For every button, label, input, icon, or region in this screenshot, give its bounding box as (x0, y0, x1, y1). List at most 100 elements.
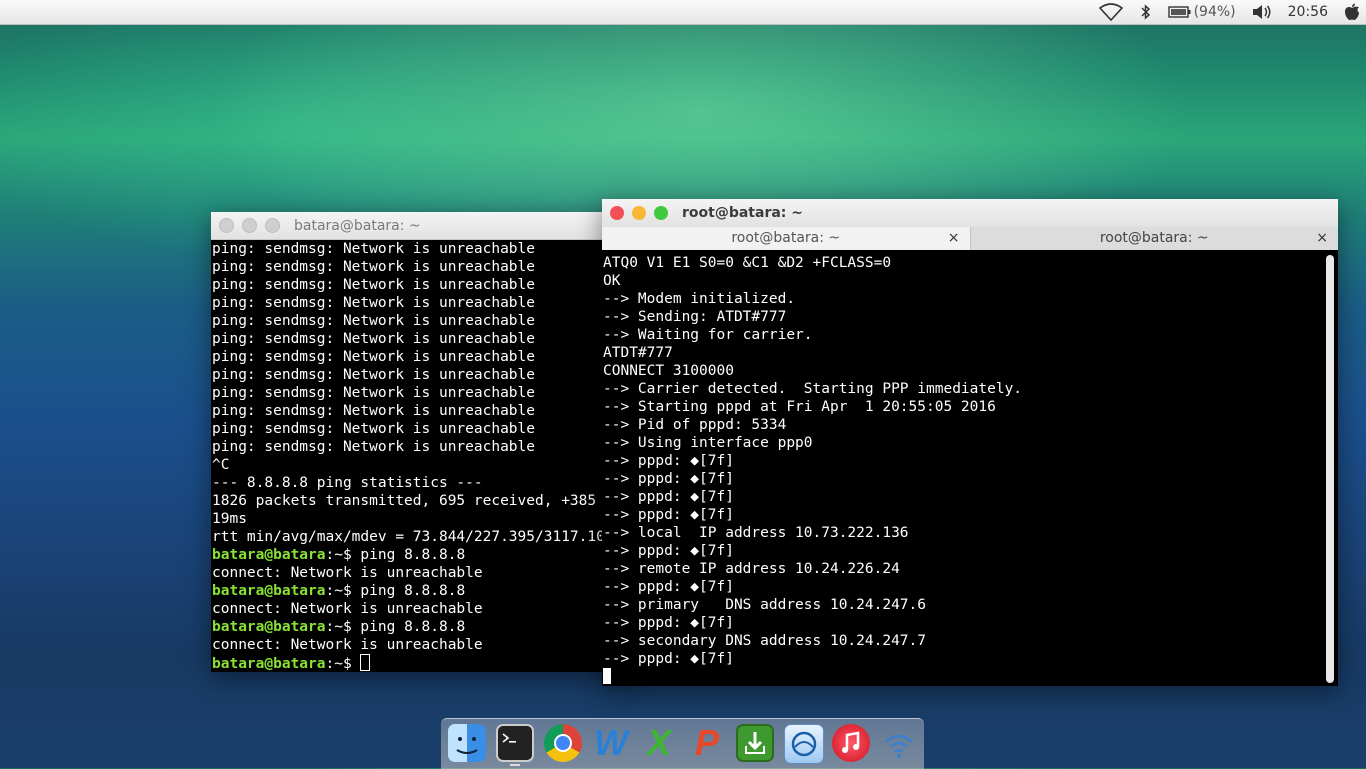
chrome-icon[interactable] (544, 724, 582, 762)
terminal-line: --> Carrier detected. Starting PPP immed… (603, 381, 1023, 397)
terminal-line: CONNECT 3100000 (603, 363, 734, 379)
terminal-output[interactable]: ATQ0 V1 E1 S0=0 &C1 &D2 +FCLASS=0 OK --> M… (603, 254, 1323, 686)
terminal-line: ping: sendmsg: Network is unreachable (212, 366, 631, 384)
tab-root-2[interactable]: root@batara: ~ × (969, 227, 1338, 250)
prompt-user-host: batara@batara (212, 656, 326, 672)
terminal-line: connect: Network is unreachable (212, 636, 631, 654)
close-button[interactable] (610, 206, 624, 220)
tab-close-button[interactable]: × (948, 227, 960, 250)
terminal-line: --> pppd: ◆[7f] (603, 489, 734, 505)
window-title: root@batara: ~ (682, 205, 803, 221)
terminal-line: ping: sendmsg: Network is unreachable (212, 438, 631, 456)
installer-icon[interactable] (736, 724, 774, 762)
tab-close-button[interactable]: × (1316, 227, 1328, 250)
terminal-line: ping: sendmsg: Network is unreachable (212, 276, 631, 294)
terminal-text: --- 8.8.8.8 ping statistics --- (212, 475, 483, 491)
terminal-line: --> pppd: ◆[7f] (603, 543, 734, 559)
tab-root-1[interactable]: root@batara: ~ × (602, 227, 970, 250)
dock: W X P (441, 718, 924, 769)
presentation-icon[interactable]: P (688, 724, 726, 762)
top-panel: (94%) 20:56 (0, 0, 1366, 25)
terminal-line: connect: Network is unreachable (212, 600, 631, 618)
battery-indicator[interactable]: (94%) (1167, 4, 1236, 20)
terminal-output[interactable]: ping: sendmsg: Network is unreachable pin… (212, 240, 631, 672)
maximize-button[interactable] (654, 206, 668, 220)
terminal-text: connect: Network is unreachable (212, 637, 483, 653)
terminal-line: ping: sendmsg: Network is unreachable (212, 348, 631, 366)
running-indicator (510, 764, 520, 766)
close-button[interactable] (219, 218, 234, 233)
minimize-button[interactable] (632, 206, 646, 220)
terminal-line: --> pppd: ◆[7f] (603, 615, 734, 631)
terminal-line: --> Waiting for carrier. (603, 327, 813, 343)
terminal-line: batara@batara:~$ ping 8.8.8.8 (212, 582, 631, 600)
writer-icon[interactable]: W (592, 724, 630, 762)
apple-icon[interactable] (1344, 3, 1360, 21)
terminal-line: rtt min/avg/max/mdev = 73.844/227.395/31… (212, 528, 631, 546)
tab-label: root@batara: ~ (1099, 230, 1209, 246)
terminal-line: ping: sendmsg: Network is unreachable (212, 294, 631, 312)
terminal-text: 19ms (212, 511, 247, 527)
music-icon[interactable] (832, 724, 870, 762)
wifi-icon[interactable] (1098, 3, 1124, 21)
battery-icon (1167, 6, 1191, 18)
volume-icon[interactable] (1252, 4, 1272, 20)
terminal-line: --> secondary DNS address 10.24.247.7 (603, 633, 927, 649)
network-icon[interactable] (880, 724, 918, 762)
terminal-line: ping: sendmsg: Network is unreachable (212, 330, 631, 348)
terminal-cursor (360, 654, 371, 671)
terminal-text: ^C (212, 457, 230, 473)
window-title: batara@batara: ~ (294, 217, 421, 234)
terminal-text: ping: sendmsg: Network is unreachable (212, 439, 536, 455)
terminal-line (603, 668, 1323, 686)
tab-label: root@batara: ~ (731, 230, 841, 246)
terminal-line: 1826 packets transmitted, 695 received, … (212, 492, 631, 510)
terminal-text: ping: sendmsg: Network is unreachable (212, 259, 536, 275)
terminal-text: connect: Network is unreachable (212, 565, 483, 581)
terminal-text: ping: sendmsg: Network is unreachable (212, 331, 536, 347)
terminal-line: --> pppd: ◆[7f] (603, 651, 734, 667)
scrollbar[interactable] (1326, 255, 1334, 683)
terminal-line: ping: sendmsg: Network is unreachable (212, 420, 631, 438)
spreadsheet-icon[interactable]: X (640, 724, 678, 762)
terminal-icon[interactable] (496, 724, 534, 762)
maximize-button[interactable] (265, 218, 280, 233)
terminal-line: ping: sendmsg: Network is unreachable (212, 312, 631, 330)
terminal-text: :~$ (325, 656, 361, 672)
terminal-line: --> Starting pppd at Fri Apr 1 20:55:05 … (603, 399, 996, 415)
terminal-text: ping: sendmsg: Network is unreachable (212, 295, 536, 311)
terminal-text: ping: sendmsg: Network is unreachable (212, 349, 536, 365)
terminal-line: batara@batara:~$ ping 8.8.8.8 (212, 618, 631, 636)
terminal-text: :~$ ping 8.8.8.8 (325, 547, 466, 563)
prompt-user-host: batara@batara (212, 547, 326, 563)
terminal-window-root: root@batara: ~ root@batara: ~ × root@bat… (602, 199, 1338, 686)
terminal-line: --> Using interface ppp0 (603, 435, 813, 451)
terminal-line: ATQ0 V1 E1 S0=0 &C1 &D2 +FCLASS=0 (603, 255, 892, 271)
prompt-user-host: batara@batara (212, 619, 326, 635)
terminal-line: --> Pid of pppd: 5334 (603, 417, 787, 433)
terminal-line: --> pppd: ◆[7f] (603, 579, 734, 595)
terminal-line: --> pppd: ◆[7f] (603, 507, 734, 523)
window-titlebar[interactable]: root@batara: ~ (602, 199, 1338, 228)
window-titlebar[interactable]: batara@batara: ~ (211, 212, 631, 240)
terminal-text: ping: sendmsg: Network is unreachable (212, 241, 536, 257)
finder-icon[interactable] (448, 724, 486, 762)
terminal-line: --> pppd: ◆[7f] (603, 453, 734, 469)
terminal-line: --> Sending: ATDT#777 (603, 309, 787, 325)
terminal-text: ping: sendmsg: Network is unreachable (212, 403, 536, 419)
bluetooth-icon[interactable] (1140, 4, 1152, 20)
terminal-line: --> pppd: ◆[7f] (603, 471, 734, 487)
terminal-line: --> remote IP address 10.24.226.24 (603, 561, 900, 577)
terminal-line: 19ms (212, 510, 631, 528)
terminal-line: --- 8.8.8.8 ping statistics --- (212, 474, 631, 492)
terminal-text: ping: sendmsg: Network is unreachable (212, 385, 536, 401)
terminal-line: ping: sendmsg: Network is unreachable (212, 240, 631, 258)
minimize-button[interactable] (242, 218, 257, 233)
terminal-text: :~$ ping 8.8.8.8 (325, 619, 466, 635)
terminal-text: ping: sendmsg: Network is unreachable (212, 277, 536, 293)
terminal-line: --> primary DNS address 10.24.247.6 (603, 597, 927, 613)
vpn-icon[interactable] (784, 724, 824, 764)
clock[interactable]: 20:56 (1288, 4, 1328, 20)
terminal-text: :~$ ping 8.8.8.8 (325, 583, 466, 599)
terminal-line: batara@batara:~$ (212, 654, 631, 672)
